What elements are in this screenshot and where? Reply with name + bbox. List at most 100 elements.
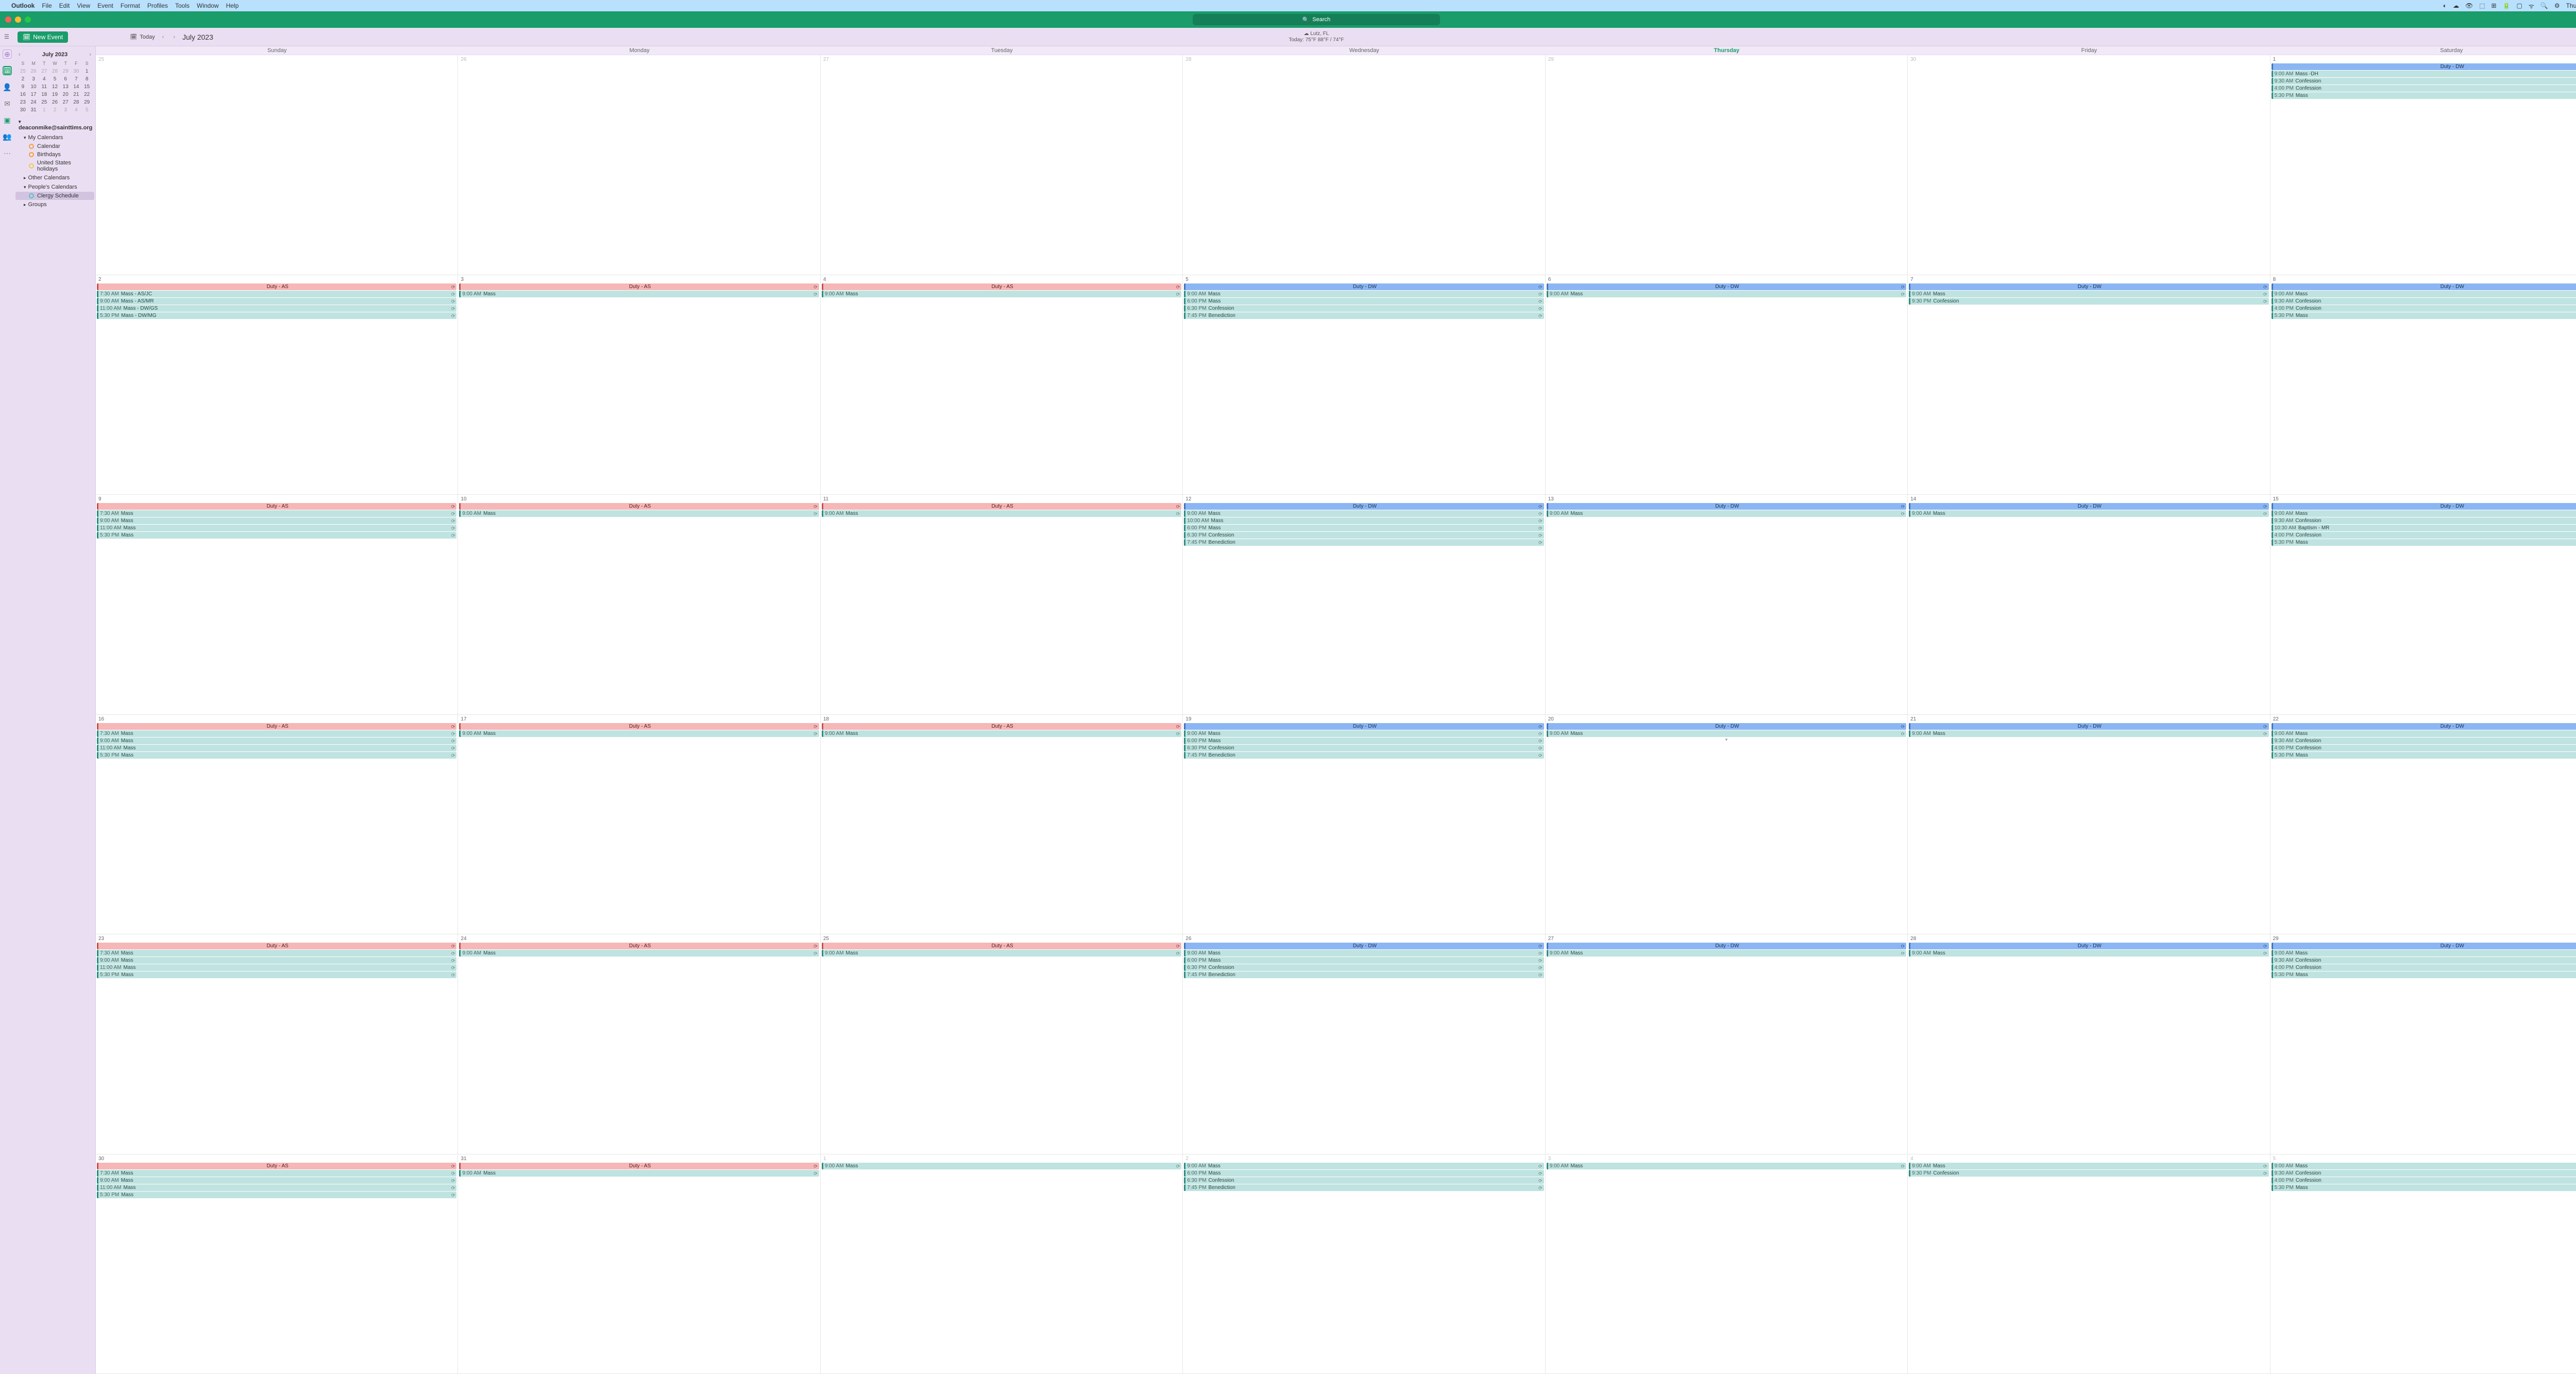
more-events-indicator[interactable]: ▾ bbox=[1547, 737, 1906, 743]
calendar-event[interactable]: 5:30 PMMass⟳ bbox=[97, 532, 456, 539]
day-cell[interactable]: 10Duty - AS⟳9:00 AMMass⟳ bbox=[458, 495, 820, 714]
allday-event[interactable]: Duty - AS⟳ bbox=[97, 943, 456, 949]
calendar-event[interactable]: 9:00 AMMass⟳ bbox=[459, 291, 819, 297]
mini-day[interactable]: 27 bbox=[39, 68, 49, 75]
mini-day[interactable]: 2 bbox=[18, 76, 28, 82]
calendar-event[interactable]: 9:00 AMMass⟳ bbox=[459, 950, 819, 957]
spotlight-icon[interactable]: 🔍 bbox=[2540, 2, 2548, 9]
calendar-event[interactable]: 9:00 AMMass⟳ bbox=[2272, 950, 2576, 957]
calendar-event[interactable]: 6:30 PMConfession⟳ bbox=[1184, 305, 1544, 312]
calendar-event[interactable]: 5:30 PMMass⟳ bbox=[2272, 92, 2576, 99]
mini-day[interactable]: 4 bbox=[71, 107, 82, 113]
calendar-event[interactable]: 9:00 AMMass⟳ bbox=[459, 1170, 819, 1177]
calendar-event[interactable]: 11:00 AMMass⟳ bbox=[97, 964, 456, 971]
allday-event[interactable]: Duty - DW⟳ bbox=[1184, 723, 1544, 730]
calendar-event[interactable]: 9:00 AMMass⟳ bbox=[1909, 510, 2268, 517]
calendar-event[interactable]: 9:30 AMConfession⟳ bbox=[2272, 517, 2576, 524]
calendar-item[interactable]: Clergy Schedule bbox=[15, 192, 94, 200]
calendar-event[interactable]: 6:00 PMMass⟳ bbox=[1184, 1170, 1544, 1177]
calendar-event[interactable]: 6:30 PMConfession⟳ bbox=[1184, 964, 1544, 971]
mini-day[interactable]: 31 bbox=[28, 107, 39, 113]
allday-event[interactable]: Duty - DW⟳ bbox=[1184, 503, 1544, 510]
calendar-event[interactable]: 9:00 AMMass⟳ bbox=[822, 291, 1181, 297]
calendar-event[interactable]: 9:00 AMMass⟳ bbox=[822, 1163, 1181, 1169]
calendar-event[interactable]: 4:00 PMConfession⟳ bbox=[2272, 1177, 2576, 1184]
calendar-event[interactable]: 9:00 AMMass⟳ bbox=[459, 510, 819, 517]
menu-event[interactable]: Event bbox=[97, 2, 113, 9]
allday-event[interactable]: Duty - DW⟳ bbox=[1909, 723, 2268, 730]
allday-event[interactable]: Duty - AS⟳ bbox=[459, 1163, 819, 1169]
menu-file[interactable]: File bbox=[42, 2, 52, 9]
allday-event[interactable]: Duty - DW⟳ bbox=[1909, 283, 2268, 290]
calendar-event[interactable]: 9:00 AMMass⟳ bbox=[459, 730, 819, 737]
calendar-event[interactable]: 6:30 PMConfession⟳ bbox=[1184, 745, 1544, 751]
day-cell[interactable]: 17Duty - AS⟳9:00 AMMass⟳ bbox=[458, 715, 820, 934]
day-cell[interactable]: 24Duty - AS⟳9:00 AMMass⟳ bbox=[458, 934, 820, 1154]
calendar-event[interactable]: 5:30 PMMass⟳ bbox=[2272, 539, 2576, 546]
rail-mail-icon[interactable]: ✉ bbox=[3, 99, 12, 108]
calendar-group[interactable]: ▸Groups bbox=[15, 200, 94, 209]
day-cell[interactable]: 11Duty - AS⟳9:00 AMMass⟳ bbox=[821, 495, 1183, 714]
mini-day[interactable]: 1 bbox=[39, 107, 49, 113]
calendar-group[interactable]: ▾My Calendars bbox=[15, 133, 94, 142]
rail-tasks-icon[interactable]: ▣ bbox=[3, 115, 12, 125]
allday-event[interactable]: Duty - DW⟳ bbox=[2272, 723, 2576, 730]
calendar-event[interactable]: 9:00 AMMass⟳ bbox=[1184, 730, 1544, 737]
mini-day[interactable]: 9 bbox=[18, 83, 28, 90]
calendar-event[interactable]: 9:30 PMConfession⟳ bbox=[1909, 298, 2268, 305]
day-cell[interactable]: 16Duty - AS⟳7:30 AMMass⟳9:00 AMMass⟳11:0… bbox=[96, 715, 458, 934]
day-cell[interactable]: 28Duty - DW⟳9:00 AMMass⟳ bbox=[1908, 934, 2270, 1154]
mini-day[interactable]: 12 bbox=[49, 83, 60, 90]
calendar-event[interactable]: 9:00 AMMass⟳ bbox=[1909, 291, 2268, 297]
calendar-item[interactable]: Calendar bbox=[15, 142, 94, 150]
calendar-event[interactable]: 7:30 AMMass⟳ bbox=[97, 510, 456, 517]
status-icon[interactable]: 👁 bbox=[2465, 2, 2473, 9]
day-cell[interactable]: 30Duty - AS⟳7:30 AMMass⟳9:00 AMMass⟳11:0… bbox=[96, 1154, 458, 1374]
calendar-event[interactable]: 9:00 AMMass⟳ bbox=[1547, 1163, 1906, 1169]
close-button[interactable] bbox=[5, 16, 11, 23]
calendar-group[interactable]: ▸Other Calendars bbox=[15, 173, 94, 182]
mini-day[interactable]: 3 bbox=[28, 76, 39, 82]
menu-tools[interactable]: Tools bbox=[175, 2, 190, 9]
calendar-event[interactable]: 7:45 PMBenediction⟳ bbox=[1184, 752, 1544, 759]
calendar-event[interactable]: 11:00 AMMass - DW/GS⟳ bbox=[97, 305, 456, 312]
allday-event[interactable]: Duty - DW⟳ bbox=[1547, 943, 1906, 949]
calendar-event[interactable]: 11:00 AMMass⟳ bbox=[97, 1184, 456, 1191]
mini-day[interactable]: 5 bbox=[81, 107, 92, 113]
calendar-event[interactable]: 9:00 AMMass⟳ bbox=[97, 517, 456, 524]
allday-event[interactable]: Duty - AS⟳ bbox=[97, 723, 456, 730]
mini-day[interactable]: 22 bbox=[81, 91, 92, 98]
calendar-event[interactable]: 4:00 PMConfession⟳ bbox=[2272, 305, 2576, 312]
calendar-event[interactable]: 9:00 AMMass⟳ bbox=[1909, 1163, 2268, 1169]
day-cell[interactable]: 49:00 AMMass⟳9:30 PMConfession⟳ bbox=[1908, 1154, 2270, 1374]
calendar-item[interactable]: United States holidays bbox=[15, 159, 94, 173]
allday-event[interactable]: Duty - AS⟳ bbox=[459, 943, 819, 949]
day-cell[interactable]: 15Duty - DW⟳9:00 AMMass⟳9:30 AMConfessio… bbox=[2270, 495, 2576, 714]
allday-event[interactable]: Duty - AS⟳ bbox=[822, 723, 1181, 730]
calendar-event[interactable]: 7:30 AMMass - AS/JC⟳ bbox=[97, 291, 456, 297]
rail-calendar-icon[interactable]: 🗓 bbox=[3, 66, 12, 75]
allday-event[interactable]: Duty - AS⟳ bbox=[822, 283, 1181, 290]
calendar-event[interactable]: 5:30 PMMass⟳ bbox=[97, 752, 456, 759]
day-cell[interactable]: 19Duty - DW⟳9:00 AMMass⟳6:00 PMMass⟳6:30… bbox=[1183, 715, 1545, 934]
calendar-event[interactable]: 5:30 PMMass⟳ bbox=[97, 1192, 456, 1198]
day-cell[interactable]: 12Duty - DW⟳9:00 AMMass⟳10:00 AMMass⟳6:0… bbox=[1183, 495, 1545, 714]
allday-event[interactable]: Duty - AS⟳ bbox=[97, 283, 456, 290]
mini-prev-button[interactable]: ‹ bbox=[19, 52, 21, 58]
menu-help[interactable]: Help bbox=[226, 2, 239, 9]
allday-event[interactable]: Duty - DW⟳ bbox=[2272, 943, 2576, 949]
allday-event[interactable]: Duty - DW⟳ bbox=[1547, 283, 1906, 290]
allday-event[interactable]: Duty - AS⟳ bbox=[459, 723, 819, 730]
mini-day[interactable]: 13 bbox=[60, 83, 71, 90]
calendar-event[interactable]: 10:00 AMMass⟳ bbox=[1184, 517, 1544, 524]
calendar-event[interactable]: 9:00 AMMass⟳ bbox=[2272, 510, 2576, 517]
calendar-event[interactable]: 7:45 PMBenediction⟳ bbox=[1184, 312, 1544, 319]
calendar-event[interactable]: 7:45 PMBenediction⟳ bbox=[1184, 971, 1544, 978]
allday-event[interactable]: Duty - AS⟳ bbox=[97, 503, 456, 510]
screen-icon[interactable]: ▢ bbox=[2517, 2, 2522, 9]
day-cell[interactable]: 23Duty - AS⟳7:30 AMMass⟳9:00 AMMass⟳11:0… bbox=[96, 934, 458, 1154]
calendar-event[interactable]: 7:30 AMMass⟳ bbox=[97, 950, 456, 957]
next-month-button[interactable]: › bbox=[171, 34, 177, 40]
mini-day[interactable]: 18 bbox=[39, 91, 49, 98]
calendar-event[interactable]: 4:00 PMConfession⟳ bbox=[2272, 532, 2576, 539]
